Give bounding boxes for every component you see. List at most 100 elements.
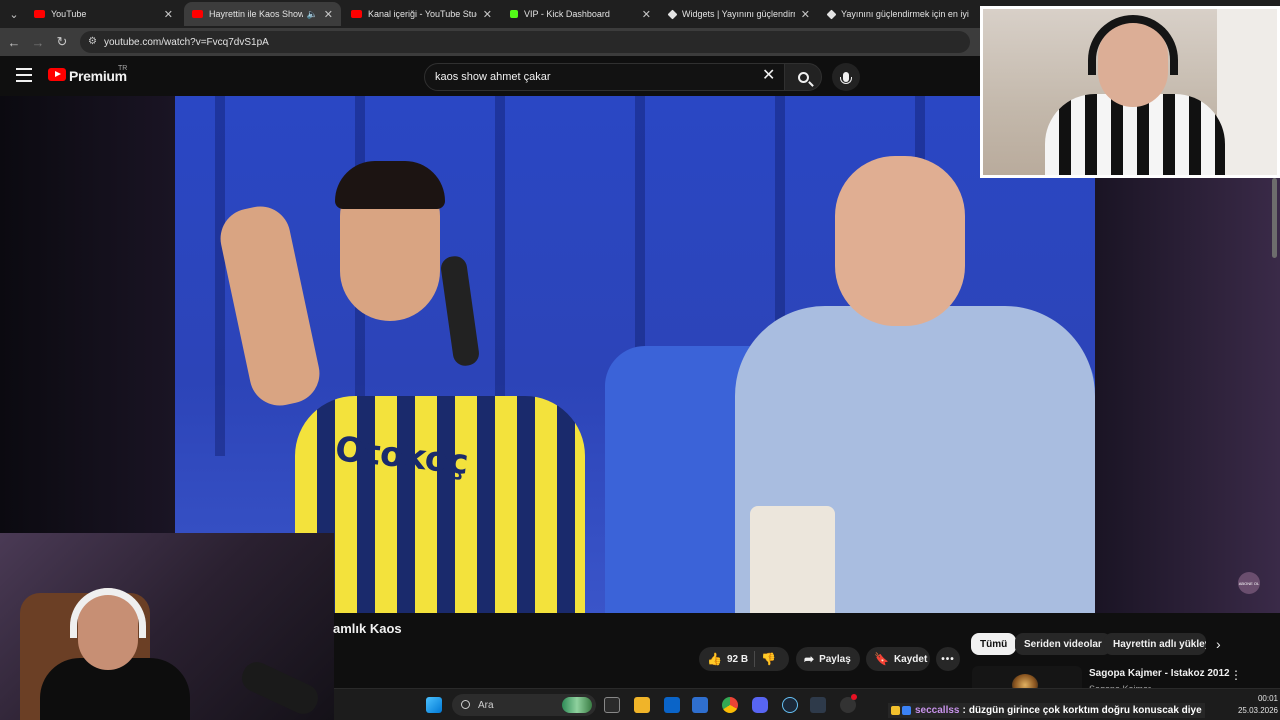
tab-youtube[interactable]: YouTube ✕ — [26, 2, 181, 26]
clear-search-icon[interactable]: ✕ — [762, 65, 775, 85]
curtain-fold — [215, 96, 225, 456]
share-label: Paylaş — [819, 653, 851, 665]
video-title: amlık Kaos — [333, 621, 402, 636]
more-actions-button[interactable]: ••• — [936, 647, 960, 671]
share-arrow-icon: ➦ — [804, 652, 815, 666]
host-head — [835, 156, 965, 326]
discord-icon[interactable] — [752, 697, 768, 713]
boom-microphone — [237, 657, 323, 719]
chip-uploader[interactable]: Hayrettin adlı yükleyic — [1104, 633, 1206, 655]
microphone-icon — [840, 72, 852, 84]
page-scrollbar[interactable] — [1272, 178, 1277, 258]
close-icon[interactable]: ✕ — [642, 8, 651, 21]
voice-search-button[interactable] — [832, 63, 860, 91]
speaker-icon[interactable]: 🔈 — [307, 9, 318, 20]
search-query-text: kaos show ahmet çakar — [435, 71, 551, 83]
taskbar-search[interactable]: Ara — [452, 694, 596, 716]
back-arrow-icon[interactable]: ← — [6, 34, 22, 50]
chip-label: Hayrettin adlı yükleyic — [1113, 638, 1206, 650]
reload-icon[interactable]: ↻ — [54, 34, 70, 50]
webcam-wall — [1217, 9, 1277, 175]
chat-badge-icon — [902, 706, 911, 715]
subscribe-watermark-badge[interactable]: ABONE OL — [1238, 572, 1260, 594]
search-highlight-icon — [562, 697, 592, 713]
guest-hair — [335, 161, 445, 209]
chat-badge-icon — [891, 706, 900, 715]
chip-all[interactable]: Tümü — [971, 633, 1017, 655]
clock-time: 00:01 — [1257, 694, 1278, 703]
kick-icon — [510, 10, 518, 18]
menu-hamburger-icon[interactable] — [16, 68, 32, 82]
close-icon[interactable]: ✕ — [801, 8, 810, 21]
notification-badge — [851, 694, 857, 700]
youtube-logo-icon[interactable] — [48, 68, 66, 81]
chrome-icon[interactable] — [722, 697, 738, 713]
tab-title: VIP - Kick Dashboard — [524, 9, 610, 19]
tab-title: Widgets | Yayınını güçlendirme — [682, 9, 795, 19]
stream-chat-message: seccallss : düzgün girince çok korktım d… — [888, 703, 1205, 718]
tab-title: Hayrettin ile Kaos Show - 2. — [209, 9, 303, 19]
like-count[interactable]: 92 B — [727, 654, 748, 665]
like-dislike-group: 👍 92 B 👎 — [699, 647, 789, 671]
tab-title: Kanal içeriği - YouTube Studio — [368, 9, 477, 19]
close-icon[interactable]: ✕ — [164, 8, 173, 21]
kebab-menu-icon[interactable]: ⋮ — [1230, 668, 1242, 682]
tab-yayinini-guclendirmek[interactable]: Yayınını güçlendirmek için en iyi — [820, 2, 978, 26]
chip-series-videos[interactable]: Seriden videolar — [1015, 633, 1111, 655]
bookmark-icon: 🔖 — [874, 652, 889, 666]
tab-youtube-studio[interactable]: Kanal içeriği - YouTube Studio ✕ — [343, 2, 500, 26]
search-icon — [461, 700, 470, 709]
handheld-microphone — [439, 254, 481, 368]
youtube-icon — [34, 10, 45, 18]
paper-cup — [750, 506, 835, 613]
clock-date: 25.03.2026 — [1237, 706, 1278, 715]
more-dots-icon: ••• — [941, 653, 955, 665]
share-button[interactable]: ➦ Paylaş — [796, 647, 860, 671]
chat-separator: : — [962, 705, 966, 716]
save-button[interactable]: 🔖 Kaydet — [866, 647, 930, 671]
chat-username: seccallss — [915, 705, 960, 716]
save-label: Kaydet — [893, 653, 928, 665]
chat-message-text: düzgün girince çok korktım doğru konusca… — [968, 705, 1202, 716]
search-input[interactable]: kaos show ahmet çakar — [424, 63, 786, 91]
site-info-icon[interactable]: ⚙ — [88, 36, 97, 47]
microsoft-store-icon[interactable] — [664, 697, 680, 713]
close-icon[interactable]: ✕ — [324, 8, 333, 21]
taskbar-clock[interactable]: 00:01 25.03.2026 — [1222, 693, 1278, 717]
tab-title: Yayınını güçlendirmek için en iyi — [841, 9, 969, 19]
windows-start-icon[interactable] — [426, 697, 442, 713]
diamond-icon — [667, 9, 678, 19]
tab-widgets[interactable]: Widgets | Yayınını güçlendirme ✕ — [661, 2, 818, 26]
close-icon[interactable]: ✕ — [483, 8, 492, 21]
forward-arrow-icon[interactable]: → — [30, 34, 46, 50]
streamer-webcam-bottom — [0, 533, 334, 720]
diamond-icon — [826, 9, 837, 19]
tab-title: YouTube — [51, 9, 87, 19]
headphones-icon — [1088, 15, 1178, 75]
region-code: TR — [118, 65, 128, 72]
youtube-studio-icon — [351, 10, 362, 18]
file-explorer-icon[interactable] — [634, 697, 650, 713]
task-view-icon[interactable] — [604, 697, 620, 713]
thumbs-down-icon[interactable]: 👎 — [761, 652, 776, 666]
divider — [754, 651, 756, 667]
chip-label: Seriden videolar — [1024, 638, 1102, 650]
outlook-icon[interactable] — [692, 697, 708, 713]
search-icon — [797, 71, 809, 83]
tab-search-chevron-icon[interactable]: ⌄ — [4, 4, 24, 24]
url-input[interactable]: ⚙ youtube.com/watch?v=Fvcq7dvS1pA — [80, 31, 970, 53]
thumbs-up-icon[interactable]: 👍 — [707, 652, 722, 666]
tab-kick-dashboard[interactable]: VIP - Kick Dashboard ✕ — [502, 2, 659, 26]
url-text: youtube.com/watch?v=Fvcq7dvS1pA — [104, 36, 269, 48]
chip-label: Tümü — [980, 638, 1008, 650]
notes-app-icon[interactable] — [810, 697, 826, 713]
subscribe-badge-text: ABONE OL — [1238, 580, 1260, 586]
search-button[interactable] — [784, 63, 822, 91]
youtube-header: Premium TR kaos show ahmet çakar ✕ — [0, 56, 980, 96]
streamer-webcam-top — [980, 6, 1280, 178]
youtube-icon — [192, 10, 203, 18]
related-video-title[interactable]: Sagopa Kajmer - Istakoz 2012 — [1089, 668, 1230, 679]
chevron-right-icon[interactable]: › — [1216, 636, 1221, 652]
tab-hayrettin-kaos-show[interactable]: Hayrettin ile Kaos Show - 2. 🔈 ✕ — [184, 2, 341, 26]
steam-icon[interactable] — [782, 697, 798, 713]
